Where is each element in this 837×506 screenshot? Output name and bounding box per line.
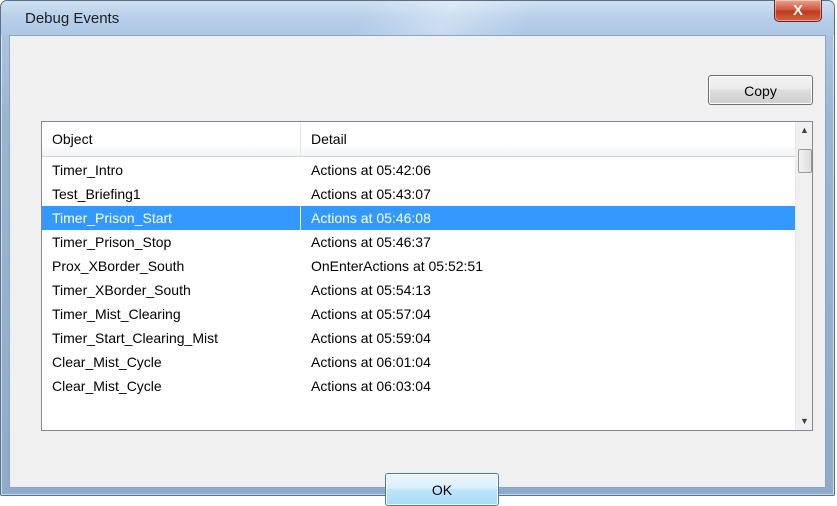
ok-button[interactable]: OK bbox=[385, 473, 499, 506]
detail-cell: Actions at 05:43:07 bbox=[311, 186, 431, 202]
object-cell: Timer_Prison_Start bbox=[42, 206, 301, 230]
title-bar-highlight bbox=[353, 1, 539, 35]
object-cell: Timer_Prison_Stop bbox=[52, 234, 172, 250]
window-title: Debug Events bbox=[25, 10, 120, 27]
table-row[interactable]: Timer_Start_Clearing_Mist Actions at 05:5… bbox=[42, 326, 796, 350]
object-cell: Timer_XBorder_South bbox=[52, 282, 191, 298]
object-cell: Clear_Mist_Cycle bbox=[52, 378, 162, 394]
title-bar[interactable]: Debug Events X bbox=[1, 0, 834, 35]
copy-button-label: Copy bbox=[744, 83, 777, 99]
list-header: Object Detail bbox=[42, 122, 796, 157]
table-row[interactable]: Timer_Prison_Stop Actions at 05:46:37 bbox=[42, 230, 796, 254]
object-cell: Test_Briefing1 bbox=[52, 186, 141, 202]
table-row[interactable]: Test_Briefing1 Actions at 05:43:07 bbox=[42, 182, 796, 206]
dialog-client-area: Copy Object Detail Timer_Intro Actions at… bbox=[9, 35, 826, 506]
detail-cell: Actions at 05:54:13 bbox=[311, 282, 431, 298]
table-row[interactable]: Timer_XBorder_South Actions at 05:54:13 bbox=[42, 278, 796, 302]
copy-button[interactable]: Copy bbox=[708, 75, 813, 105]
scroll-down-arrow-icon[interactable]: ▼ bbox=[796, 413, 812, 430]
column-header-detail[interactable]: Detail bbox=[301, 122, 796, 156]
scroll-thumb[interactable] bbox=[798, 149, 812, 173]
list-rows: Timer_Intro Actions at 05:42:06 Test_Brief… bbox=[42, 158, 796, 398]
table-row[interactable]: Clear_Mist_Cycle Actions at 06:03:04 bbox=[42, 374, 796, 398]
object-cell: Timer_Start_Clearing_Mist bbox=[52, 330, 218, 346]
debug-events-window: Debug Events X Copy Object Detail Timer_… bbox=[0, 0, 835, 506]
detail-cell: Actions at 05:42:06 bbox=[311, 162, 431, 178]
detail-cell: OnEnterActions at 05:52:51 bbox=[311, 258, 483, 274]
object-cell: Prox_XBorder_South bbox=[52, 258, 185, 274]
column-header-object[interactable]: Object bbox=[42, 122, 301, 156]
vertical-scrollbar[interactable]: ▲ ▼ bbox=[795, 122, 812, 430]
object-cell: Timer_Mist_Clearing bbox=[52, 306, 181, 322]
detail-cell: Actions at 06:03:04 bbox=[311, 378, 431, 394]
table-row[interactable]: Timer_Prison_Start Actions at 05:46:08 bbox=[42, 206, 796, 230]
detail-cell: Actions at 05:46:08 bbox=[311, 210, 431, 226]
detail-cell: Actions at 05:57:04 bbox=[311, 306, 431, 322]
close-button[interactable]: X bbox=[774, 0, 822, 22]
object-cell: Timer_Intro bbox=[52, 162, 124, 178]
object-cell: Clear_Mist_Cycle bbox=[52, 354, 162, 370]
table-row[interactable]: Prox_XBorder_South OnEnterActions at 05:5… bbox=[42, 254, 796, 278]
table-row[interactable]: Clear_Mist_Cycle Actions at 06:01:04 bbox=[42, 350, 796, 374]
detail-cell: Actions at 06:01:04 bbox=[311, 354, 431, 370]
table-row[interactable]: Timer_Mist_Clearing Actions at 05:57:04 bbox=[42, 302, 796, 326]
detail-cell: Actions at 05:46:37 bbox=[311, 234, 431, 250]
scroll-up-arrow-icon[interactable]: ▲ bbox=[796, 122, 812, 139]
close-icon: X bbox=[792, 2, 803, 19]
events-list[interactable]: Object Detail Timer_Intro Actions at 05:4… bbox=[41, 121, 813, 431]
detail-cell: Actions at 05:59:04 bbox=[311, 330, 431, 346]
ok-button-label: OK bbox=[431, 481, 453, 498]
table-row[interactable]: Timer_Intro Actions at 05:42:06 bbox=[42, 158, 796, 182]
